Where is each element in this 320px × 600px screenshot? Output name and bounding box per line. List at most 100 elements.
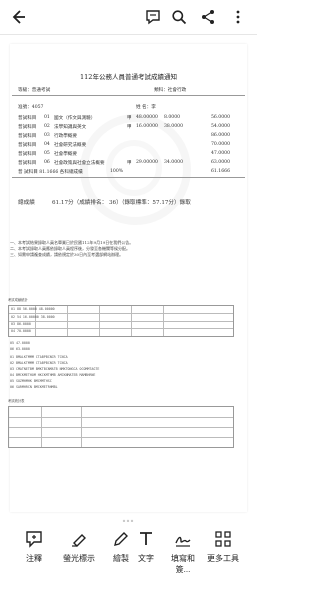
notes-section: 一、本考試結果錄取人員名單業已於民國112年9月19日在我們公告。 二、本考試錄… xyxy=(10,240,230,258)
subject-code: 06 xyxy=(44,160,50,165)
grid-line xyxy=(9,328,233,329)
text-tool[interactable]: 文字 xyxy=(128,529,164,564)
average-score: 61.1666 xyxy=(211,169,230,174)
average-label: 普 試科目 81.1666 各科總成績 xyxy=(18,170,83,175)
grid-line xyxy=(9,321,233,322)
signature-icon xyxy=(165,529,201,549)
highlight-tool[interactable]: 螢光標示 xyxy=(61,529,97,564)
note-line: 三、如需申請複查成績，請依規定於30日內至考選部網站辦理。 xyxy=(10,252,124,257)
table-grid: 01 88 56.0000 48.00000 02 54 16.00000 38… xyxy=(8,305,234,337)
top-app-bar xyxy=(0,0,257,35)
more-vert-icon[interactable] xyxy=(228,7,248,27)
subject-s2: 34.0000 xyxy=(164,160,183,165)
subject-kind: 普試科目 xyxy=(18,125,37,130)
tool-label: 注釋 xyxy=(26,554,42,563)
table-line: 01 88 56.0000 48.00000 xyxy=(11,307,55,311)
subject-name: 社會政策與社會立法概要 xyxy=(54,161,105,166)
grid-line xyxy=(9,437,233,438)
highlighter-icon xyxy=(61,529,97,549)
subject-name: 社會學概要 xyxy=(54,152,77,157)
annotate-tool[interactable]: 注釋 xyxy=(16,529,52,564)
share-icon[interactable] xyxy=(198,7,218,27)
subject-s2: 8.0000 xyxy=(164,115,181,120)
subject-s1: 48.00000 xyxy=(136,115,158,120)
mini-line: 01 BMALKTMMM CTABPBCNCR TCNCA xyxy=(10,355,68,359)
search-icon[interactable] xyxy=(169,7,189,27)
bottom-toolbar: 注釋 螢光標示 繪製 文字 填寫和簽... 更多工具 xyxy=(0,522,257,600)
grid-line xyxy=(99,306,100,336)
subject-code: 04 xyxy=(44,142,50,147)
grid-apps-icon xyxy=(205,529,241,549)
summary-table: 考試統計表 xyxy=(8,398,234,448)
average-pct: 100% xyxy=(110,169,124,174)
table-line: 06 63.0000 xyxy=(10,347,30,351)
subject-kind: 普試科目 xyxy=(18,143,37,148)
subject-score: 70.0000 xyxy=(211,142,230,147)
comment-plus-icon xyxy=(16,529,52,549)
grid-line xyxy=(163,306,164,336)
subject-a: 甲 xyxy=(127,116,132,121)
divider xyxy=(12,177,245,178)
divider xyxy=(12,95,245,96)
stats-table: 考試成績統計 01 88 56.0000 48.00000 02 54 16.0… xyxy=(8,297,234,393)
comment-icon[interactable] xyxy=(143,7,163,27)
mini-line: 06 SARMHRCN BMCKMETRHMBL xyxy=(10,385,58,389)
exam-level: 等級：普通考試 xyxy=(18,88,51,93)
table-line: 02 54 16.00000 38.0000 xyxy=(11,315,55,319)
subject-score: 47.0000 xyxy=(211,151,230,156)
mini-line: 05 SOZMHMHK BMCMMTHSC xyxy=(10,379,52,383)
grid-line xyxy=(9,427,233,428)
subject-s1: 29.00000 xyxy=(136,160,158,165)
watermark-seal xyxy=(80,114,191,225)
subject-a: 甲 xyxy=(127,161,132,166)
subject-kind: 普試科目 xyxy=(18,116,37,121)
grid-line xyxy=(9,417,233,418)
candidate-name: 姓 名：李 xyxy=(136,105,156,110)
table2-title: 考試統計表 xyxy=(8,399,25,403)
tool-label: 更多工具 xyxy=(207,554,239,563)
subject-score: 56.0000 xyxy=(211,115,230,120)
page-indicator xyxy=(122,508,134,523)
table2-grid xyxy=(8,406,234,448)
subject-s1: 16.00000 xyxy=(136,124,158,129)
subject-kind: 普試科目 xyxy=(18,152,37,157)
table-line: 03 86.0000 xyxy=(11,322,31,326)
subject-kind: 普試科目 xyxy=(18,134,37,139)
fill-sign-tool[interactable]: 填寫和簽... xyxy=(165,529,201,575)
table-line: 04 70.0000 xyxy=(11,329,31,333)
subject-name: 法學知識與英文 xyxy=(54,125,87,130)
subject-s2: 38.0000 xyxy=(164,124,183,129)
mini-line: 04 BMCKMETHOM HKCKMTHMB AMCKNMATEB MAMBH… xyxy=(10,373,96,377)
table-line: 05 47.0000 xyxy=(10,341,30,345)
back-arrow-icon[interactable] xyxy=(8,7,28,27)
grid-line xyxy=(41,407,42,447)
subject-score: 54.0000 xyxy=(211,124,230,129)
subject-name: 國文（作文與測驗） xyxy=(54,116,96,121)
table-title: 考試成績統計 xyxy=(8,298,28,302)
more-tools[interactable]: 更多工具 xyxy=(205,529,241,564)
tool-label: 文字 xyxy=(138,554,154,563)
subject-code: 01 xyxy=(44,115,50,120)
mini-line: 02 BMALKTMMM CTABPBCNCR TCNCA xyxy=(10,361,68,365)
doc-title: 112年公務人員普通考試成績通知 xyxy=(80,73,177,81)
admission-no: 准號：4057 xyxy=(18,105,44,110)
subject-code: 05 xyxy=(44,151,50,156)
text-icon xyxy=(128,529,164,549)
subject-name: 行政學概要 xyxy=(54,134,77,139)
total-label: 總成績 xyxy=(18,200,35,206)
subject-code: 02 xyxy=(44,124,50,129)
subject-name: 社會研究法概要 xyxy=(54,143,87,148)
subject-code: 03 xyxy=(44,133,50,138)
tool-label: 螢光標示 xyxy=(63,554,95,563)
subject-a: 甲 xyxy=(127,125,132,130)
subject-score: 63.0000 xyxy=(211,160,230,165)
subject-score: 86.0000 xyxy=(211,133,230,138)
grid-line xyxy=(131,306,132,336)
subject-kind: 普試科目 xyxy=(18,161,37,166)
mini-line: 03 CMATNETBM BMKTBCNMATB NMKTONGCA OCOMM… xyxy=(10,367,100,371)
grid-line xyxy=(81,407,82,447)
tool-label: 填寫和簽... xyxy=(171,554,195,574)
grid-line xyxy=(67,306,68,336)
total-result: 61.17分（成績排名： 36）（錄取標準：57.17分）錄取 xyxy=(52,200,191,206)
category: 類科：社會行政 xyxy=(154,88,187,93)
